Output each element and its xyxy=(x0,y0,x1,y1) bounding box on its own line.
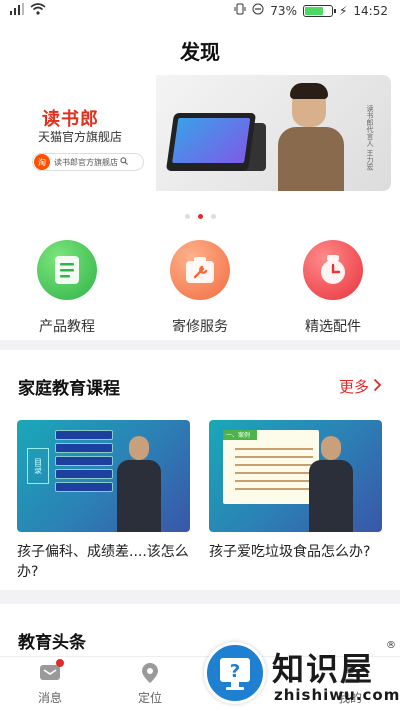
family-courses-section: 家庭教育课程 更多 目录 孩子偏科、成绩差....该怎么办? 一、案例 孩子爱吃… xyxy=(0,350,400,590)
taobao-icon: 淘 xyxy=(34,154,50,170)
help-monitor-icon: ? xyxy=(204,642,266,704)
more-label: 更多 xyxy=(338,378,369,396)
banner-image: 读书郎代言人 王力宏 xyxy=(156,75,391,191)
battery-icon xyxy=(302,4,336,17)
pager-dot[interactable] xyxy=(184,214,190,219)
course-title: 孩子爱吃垃圾食品怎么办? xyxy=(209,544,371,560)
chevron-right-icon xyxy=(373,378,382,396)
banner-search-pill: 淘 读书郎官方旗舰店 xyxy=(32,153,144,171)
charging-icon: ⚡ xyxy=(338,3,348,18)
course-title: 孩子偏科、成绩差....该怎么办? xyxy=(17,544,189,580)
wifi-icon xyxy=(30,3,46,18)
promo-banner[interactable]: 读书郎 天猫官方旗舰店 淘 读书郎官方旗舰店 读书郎代言人 王力宏 xyxy=(16,75,391,191)
tab-label: 定位 xyxy=(137,691,162,705)
pager-dot[interactable] xyxy=(210,214,216,219)
discover-top-section: 发现 读书郎 天猫官方旗舰店 淘 读书郎官方旗舰店 读书郎代言人 王力宏 产品教… xyxy=(0,24,400,340)
quick-link-label: 寄修服务 xyxy=(172,319,228,335)
dnd-icon xyxy=(252,3,264,18)
battery-percent: 73% xyxy=(270,3,297,18)
tab-label: 消息 xyxy=(37,691,62,705)
course-thumbnail: 一、案例 xyxy=(209,420,382,532)
banner-pager xyxy=(0,214,400,219)
pager-dot-active[interactable] xyxy=(197,214,203,219)
clock-time: 14:52 xyxy=(353,3,388,18)
page-title: 发现 xyxy=(180,40,220,64)
banner-search-text: 读书郎官方旗舰店 xyxy=(54,157,118,167)
chapter-board xyxy=(55,430,113,506)
quick-link-tutorial[interactable]: 产品教程 xyxy=(12,240,122,336)
watermark-reg: ® xyxy=(386,640,396,651)
teacher-image xyxy=(117,436,161,532)
spokesperson-image xyxy=(274,83,346,191)
tab-location[interactable]: 定位 xyxy=(120,661,180,706)
search-icon xyxy=(120,157,128,167)
message-icon xyxy=(38,659,64,685)
site-watermark: ? 知识屋 ® zhishiwu.com xyxy=(200,636,400,711)
section-title: 家庭教育课程 xyxy=(18,379,120,399)
banner-signature: 读书郎代言人 王力宏 xyxy=(366,105,374,171)
course-card[interactable]: 一、案例 孩子爱吃垃圾食品怎么办? xyxy=(209,420,382,562)
more-button[interactable]: 更多 xyxy=(339,376,382,397)
clock-icon xyxy=(303,240,363,300)
signal-icon xyxy=(10,3,24,18)
section-title: 教育头条 xyxy=(18,633,86,653)
course-thumbnail: 目录 xyxy=(17,420,190,532)
teacher-image xyxy=(309,436,353,532)
watermark-text: 知识屋 xyxy=(272,650,375,688)
thumb-tag: 目录 xyxy=(27,448,49,484)
notification-badge xyxy=(56,659,64,667)
thumb-tag: 一、案例 xyxy=(223,430,257,440)
course-card[interactable]: 目录 孩子偏科、成绩差....该怎么办? xyxy=(17,420,190,582)
watermark-domain: zhishiwu.com xyxy=(274,686,400,704)
document-icon xyxy=(37,240,97,300)
svg-text:?: ? xyxy=(230,661,240,682)
location-icon xyxy=(138,661,162,685)
lesson-page: 一、案例 xyxy=(223,430,319,504)
wrench-icon xyxy=(170,240,230,300)
quick-link-accessories[interactable]: 精选配件 xyxy=(278,240,388,336)
vibrate-icon xyxy=(234,3,246,18)
banner-store: 天猫官方旗舰店 xyxy=(38,130,123,144)
tab-messages[interactable]: 消息 xyxy=(20,659,80,706)
tablet-image xyxy=(165,113,257,171)
quick-link-repair[interactable]: 寄修服务 xyxy=(145,240,255,336)
status-bar: 73% ⚡ 14:52 xyxy=(0,0,400,24)
quick-link-label: 产品教程 xyxy=(39,319,95,335)
quick-link-label: 精选配件 xyxy=(305,319,361,335)
